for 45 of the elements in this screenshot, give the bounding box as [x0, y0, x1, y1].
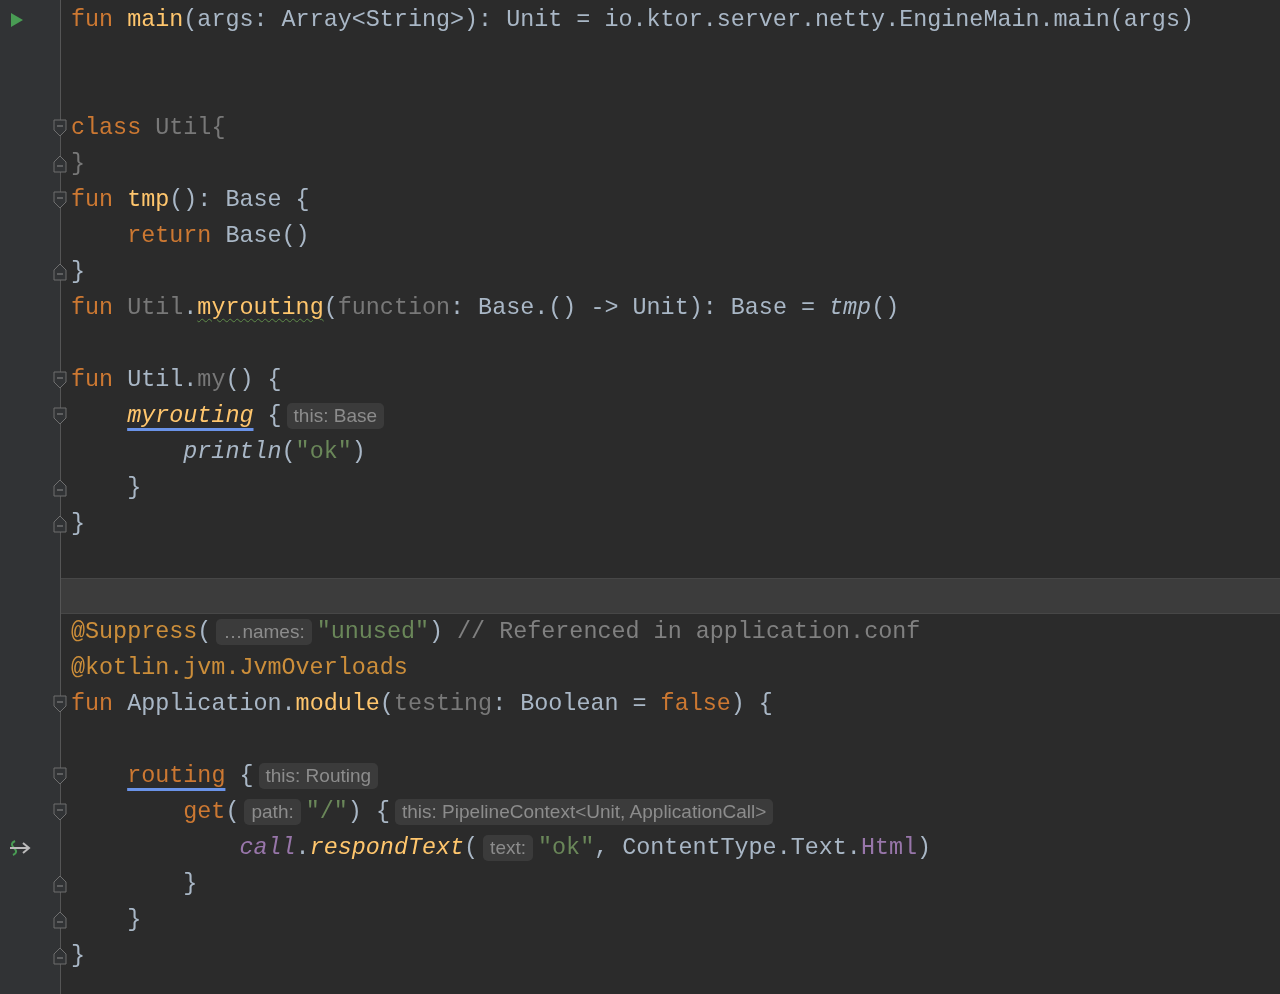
fold-marker-icon[interactable] [53, 695, 67, 713]
fold-marker-icon[interactable] [53, 515, 67, 533]
fold-marker-icon[interactable] [53, 479, 67, 497]
code-text: } [127, 475, 142, 501]
fold-marker-icon[interactable] [53, 191, 67, 209]
fold-marker-icon[interactable] [53, 875, 67, 893]
inlay-hint: this: Base [286, 403, 384, 429]
fold-marker-icon[interactable] [53, 767, 67, 785]
inlay-hint: path: [244, 799, 301, 825]
fold-marker-icon[interactable] [53, 803, 67, 821]
code-text: fun Util.my() { [71, 367, 282, 393]
code-text: return Base() [127, 223, 310, 249]
inlay-hint: this: Routing [258, 763, 379, 789]
code-text: fun Application.module(testing: Boolean = false) { [71, 691, 773, 717]
code-text: "unused") // Referenced in application.conf [316, 619, 921, 645]
fold-marker-icon[interactable] [53, 155, 67, 173]
code-text: @kotlin.jvm.JvmOverloads [71, 655, 408, 681]
inlay-hint: …names: [216, 619, 312, 645]
fold-marker-icon[interactable] [53, 263, 67, 281]
code-text: call.respondText( [239, 835, 479, 861]
fold-marker-icon[interactable] [53, 371, 67, 389]
code-text: "ok", ContentType.Text.Html) [538, 835, 932, 861]
code-text: } [71, 943, 86, 969]
inlay-hint: this: PipelineContext<Unit, ApplicationCall> [395, 799, 774, 825]
code-text: println("ok") [183, 439, 366, 465]
code-text: fun tmp(): Base { [71, 187, 310, 213]
code-text: "/") { [305, 799, 390, 825]
fold-marker-icon[interactable] [53, 407, 67, 425]
code-text: myrouting { [127, 403, 282, 429]
code-text: routing { [127, 763, 254, 789]
inlay-hint: text: [483, 835, 533, 861]
fold-marker-icon[interactable] [53, 911, 67, 929]
code-text: get( [183, 799, 240, 825]
code-text: class Util{ [71, 115, 226, 141]
fold-marker-icon[interactable] [53, 119, 67, 137]
code-text: } [183, 871, 198, 897]
code-text: } [71, 151, 86, 177]
run-icon[interactable] [10, 12, 24, 28]
code-text: } [127, 907, 142, 933]
code-text: fun Util.myrouting(function: Base.() -> Unit): Base = tmp() [71, 295, 900, 321]
code-text: fun main(args: Array<String>): Unit = io.ktor.server.netty.EngineMain.main(args) [71, 7, 1194, 33]
fold-marker-icon[interactable] [53, 947, 67, 965]
code-text: } [71, 259, 86, 285]
code-text: } [71, 511, 86, 537]
code-text: @Suppress( [71, 619, 212, 645]
